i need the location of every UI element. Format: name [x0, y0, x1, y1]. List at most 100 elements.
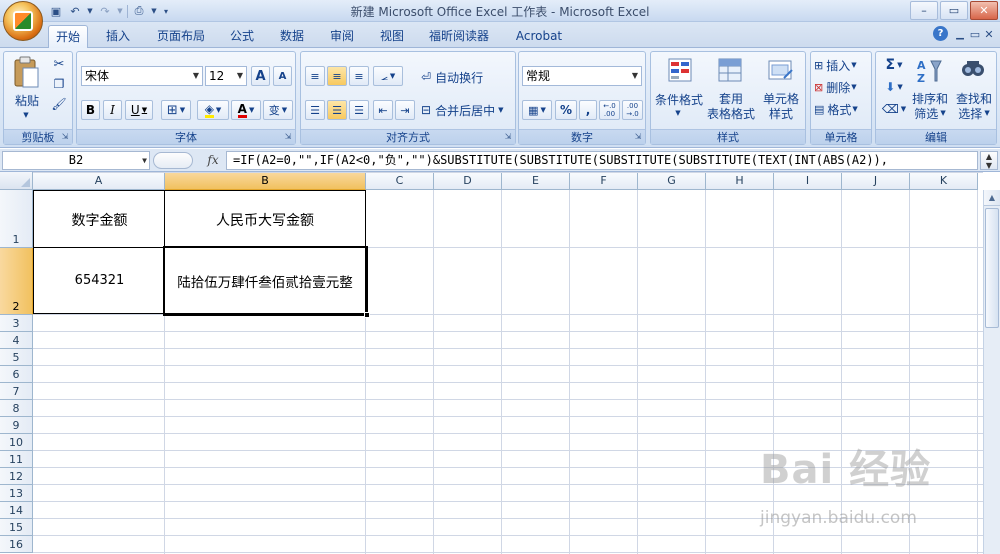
tab-review[interactable]: 审阅 [322, 25, 362, 47]
office-button[interactable] [3, 1, 43, 41]
row-header-6[interactable]: 6 [0, 366, 33, 383]
column-header-h[interactable]: H [706, 172, 774, 190]
font-launcher-icon[interactable]: ⇲ [283, 132, 293, 142]
insert-function-icon[interactable]: fx [203, 152, 223, 169]
redo-icon[interactable]: ↷ [97, 4, 113, 19]
cell-style-label-2[interactable]: 样式 [757, 106, 805, 121]
paste-icon[interactable] [10, 55, 42, 91]
row-header-8[interactable]: 8 [0, 400, 33, 417]
align-middle-icon[interactable]: ≡ [327, 66, 347, 86]
row-header-16[interactable]: 16 [0, 536, 33, 553]
column-header-c[interactable]: C [366, 172, 434, 190]
print-preview-icon[interactable]: ⎙ [131, 4, 147, 19]
column-header-a[interactable]: A [33, 172, 165, 190]
format-cells-button[interactable]: ▤ 格式 ▼ [814, 100, 870, 118]
row-header-14[interactable]: 14 [0, 502, 33, 519]
currency-button[interactable]: ▦ ▼ [522, 100, 552, 120]
row-header-2[interactable]: 2 [0, 248, 33, 315]
select-all-corner[interactable] [0, 172, 33, 190]
cell-a1[interactable]: 数字金额 [33, 190, 165, 248]
tab-insert[interactable]: 插入 [98, 25, 138, 47]
fill-color-button[interactable]: ◈ ▼ [197, 100, 229, 120]
phonetic-button[interactable]: 变 ▼ [263, 100, 293, 120]
column-header-d[interactable]: D [434, 172, 502, 190]
row-header-7[interactable]: 7 [0, 383, 33, 400]
table-format-label-1[interactable]: 套用 [711, 91, 751, 106]
number-launcher-icon[interactable]: ⇲ [633, 132, 643, 142]
customize-qat-icon[interactable]: ▾ [161, 4, 171, 19]
decrease-decimal-button[interactable]: .00 →.0 [622, 100, 643, 120]
grow-font-button[interactable]: A [251, 66, 270, 86]
comma-button[interactable]: , [579, 100, 597, 120]
cell-a2[interactable]: 654321 [33, 247, 165, 314]
column-header-j[interactable]: J [842, 172, 910, 190]
fill-handle[interactable] [364, 312, 370, 318]
number-format-select[interactable]: 常规 ▼ [522, 66, 642, 86]
row-header-4[interactable]: 4 [0, 332, 33, 349]
column-header-b[interactable]: B [165, 172, 366, 190]
autosum-button[interactable]: Σ ▼ [880, 56, 908, 74]
row-header-5[interactable]: 5 [0, 349, 33, 366]
column-header-e[interactable]: E [502, 172, 570, 190]
clear-button[interactable]: ⌫ ▼ [880, 100, 908, 118]
formula-input[interactable]: =IF(A2=0,"",IF(A2<0,"负","")&SUBSTITUTE(S… [226, 151, 978, 170]
align-bottom-icon[interactable]: ≡ [349, 66, 369, 86]
align-center-icon[interactable]: ☰ [327, 100, 347, 120]
tab-home[interactable]: 开始 [48, 25, 88, 48]
column-header-i[interactable]: I [774, 172, 842, 190]
maximize-button[interactable]: ▭ [940, 1, 968, 20]
tab-data[interactable]: 数据 [272, 25, 312, 47]
alignment-launcher-icon[interactable]: ⇲ [503, 132, 513, 142]
name-box[interactable]: B2 ▼ [2, 151, 150, 170]
cell-b1[interactable]: 人民币大写金额 [164, 190, 366, 248]
formula-bar-splitter[interactable] [153, 152, 193, 169]
expand-formula-bar-icon[interactable]: ▲ ▼ [980, 151, 998, 170]
row-header-3[interactable]: 3 [0, 315, 33, 332]
clipboard-launcher-icon[interactable]: ⇲ [60, 132, 70, 142]
align-right-icon[interactable]: ☰ [349, 100, 369, 120]
row-header-9[interactable]: 9 [0, 417, 33, 434]
column-header-k[interactable]: K [910, 172, 978, 190]
tab-foxit-reader[interactable]: 福昕阅读器 [422, 25, 496, 47]
row-header-13[interactable]: 13 [0, 485, 33, 502]
undo-icon[interactable]: ↶ [67, 4, 83, 19]
table-format-label-2[interactable]: 表格格式 [703, 106, 759, 121]
redo-dropdown-icon[interactable]: ▼ [116, 4, 124, 19]
align-top-icon[interactable]: ≡ [305, 66, 325, 86]
find-select-label-1[interactable]: 查找和 [952, 91, 996, 106]
workbook-restore-icon[interactable]: ▭ [968, 26, 982, 42]
undo-dropdown-icon[interactable]: ▼ [86, 4, 94, 19]
row-header-10[interactable]: 10 [0, 434, 33, 451]
ribbon-minimize-icon[interactable]: ▁ [952, 26, 968, 42]
conditional-format-button[interactable]: 条件格式 [651, 91, 707, 107]
format-painter-icon[interactable]: 🖌 [50, 96, 68, 112]
paste-button[interactable]: 粘贴 [6, 92, 48, 108]
bold-button[interactable]: B [81, 100, 100, 120]
font-size-select[interactable]: 12 ▼ [205, 66, 247, 86]
italic-button[interactable]: I [103, 100, 122, 120]
paste-dropdown-icon[interactable]: ▼ [20, 110, 32, 120]
vertical-scrollbar[interactable]: ▲ [983, 190, 1000, 554]
scroll-up-icon[interactable]: ▲ [984, 190, 1000, 206]
scrollbar-thumb[interactable] [985, 208, 999, 328]
minimize-button[interactable]: – [910, 1, 938, 20]
underline-button[interactable]: U ▼ [125, 100, 153, 120]
workbook-close-icon[interactable]: ✕ [982, 26, 996, 42]
cut-icon[interactable]: ✂ [50, 56, 68, 72]
orientation-button[interactable]: ⦟ ▼ [373, 66, 403, 86]
increase-decimal-button[interactable]: ←.0 .00 [599, 100, 620, 120]
sort-filter-label-2[interactable]: 筛选 ▼ [908, 106, 952, 121]
column-header-g[interactable]: G [638, 172, 706, 190]
cell-style-label-1[interactable]: 单元格 [757, 91, 805, 106]
font-color-button[interactable]: A ▼ [231, 100, 261, 120]
help-icon[interactable]: ? [933, 26, 948, 41]
column-header-f[interactable]: F [570, 172, 638, 190]
row-header-15[interactable]: 15 [0, 519, 33, 536]
align-left-icon[interactable]: ☰ [305, 100, 325, 120]
copy-icon[interactable]: ❐ [50, 76, 68, 92]
print-preview-dropdown-icon[interactable]: ▼ [150, 4, 158, 19]
decrease-indent-icon[interactable]: ⇤ [373, 100, 393, 120]
percent-button[interactable]: % [555, 100, 577, 120]
font-name-select[interactable]: 宋体 ▼ [81, 66, 203, 86]
delete-cells-button[interactable]: ⊠ 删除 ▼ [814, 78, 870, 96]
